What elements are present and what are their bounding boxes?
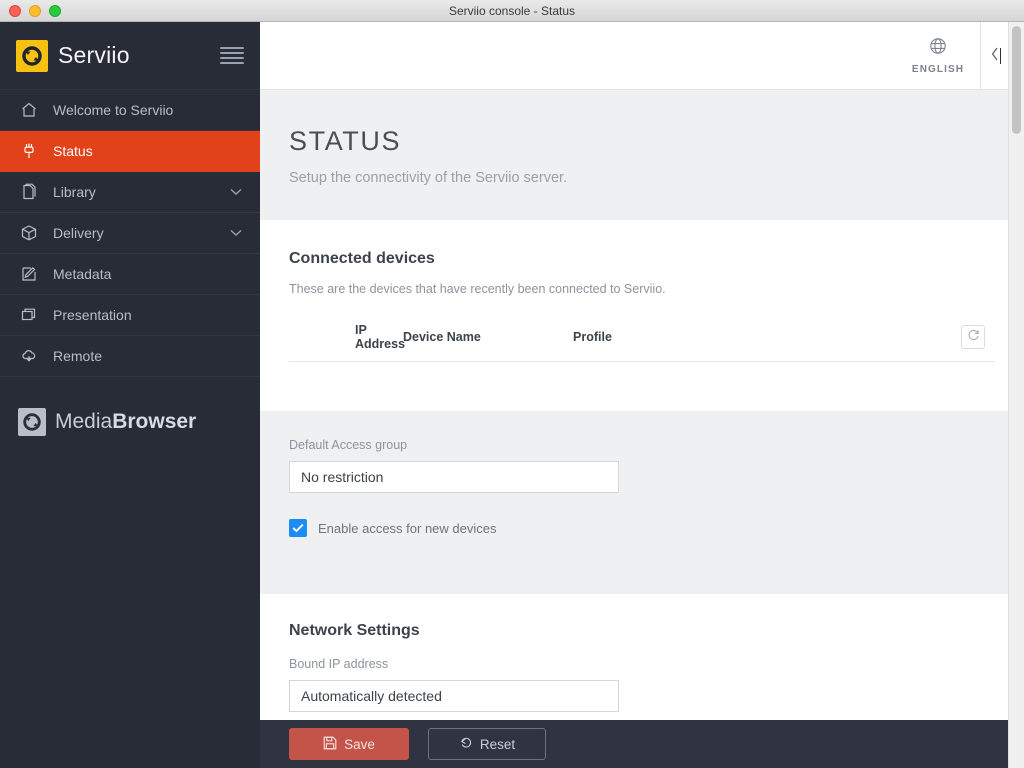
sidebar-item-label: Delivery bbox=[53, 225, 104, 241]
sidebar-item-label: Welcome to Serviio bbox=[53, 102, 174, 118]
scroll-content: STATUS Setup the connectivity of the Ser… bbox=[260, 90, 1024, 768]
minimize-button[interactable] bbox=[29, 4, 41, 17]
serviio-circular-arrows-icon bbox=[16, 39, 48, 72]
refresh-devices-button[interactable] bbox=[961, 325, 985, 349]
sidebar-item-presentation[interactable]: Presentation bbox=[0, 295, 260, 336]
page-subtitle: Setup the connectivity of the Serviio se… bbox=[289, 170, 568, 186]
connected-devices-table-header: IP Address Device Name Profile bbox=[289, 323, 995, 362]
collapse-caret-bar bbox=[999, 47, 1001, 64]
network-settings-section: Network Settings Bound IP address Automa… bbox=[260, 594, 1024, 712]
traffic-lights bbox=[0, 4, 61, 17]
sidebar-item-label: Remote bbox=[53, 348, 103, 364]
column-header-ip-address: IP Address bbox=[355, 323, 406, 351]
sidebar-item-label: Status bbox=[53, 143, 93, 159]
documents-icon bbox=[18, 181, 40, 203]
collapse-panel-button[interactable] bbox=[980, 22, 1010, 89]
enable-access-new-devices-checkbox[interactable] bbox=[289, 519, 307, 537]
sidebar-footer-mediabrowser[interactable]: MediaBrowser bbox=[0, 398, 260, 446]
save-button-label: Save bbox=[344, 736, 375, 752]
sidebar-item-welcome-to-serviio[interactable]: Welcome to Serviio bbox=[0, 90, 260, 131]
vertical-scrollbar[interactable] bbox=[1008, 22, 1024, 768]
language-label: ENGLISH bbox=[911, 64, 965, 75]
section-title: Connected devices bbox=[289, 250, 435, 267]
app-window: Serviio console - Status Serviio Welcome… bbox=[0, 0, 1024, 768]
save-button[interactable]: Save bbox=[289, 728, 409, 760]
bound-ip-address-label: Bound IP address bbox=[289, 657, 389, 671]
floppy-disk-icon bbox=[323, 736, 337, 753]
sidebar-item-remote[interactable]: Remote bbox=[0, 336, 260, 377]
sidebar: Serviio Welcome to Serviio Status Librar… bbox=[0, 22, 260, 768]
bound-ip-address-select[interactable]: Automatically detected bbox=[289, 680, 619, 712]
sidebar-nav: Welcome to Serviio Status Library Delive… bbox=[0, 90, 260, 377]
sidebar-brand: Serviio bbox=[0, 22, 260, 90]
mediabrowser-suffix: Browser bbox=[112, 410, 197, 433]
sidebar-item-label: Library bbox=[53, 184, 96, 200]
sidebar-item-status[interactable]: Status bbox=[0, 131, 260, 172]
windows-icon bbox=[18, 304, 40, 326]
box-icon bbox=[18, 222, 40, 244]
sidebar-item-label: Presentation bbox=[53, 307, 132, 323]
enable-access-new-devices-label: Enable access for new devices bbox=[318, 520, 497, 536]
sidebar-item-label: Metadata bbox=[53, 266, 112, 282]
action-footer-bar: Save Reset bbox=[260, 720, 1008, 768]
enable-access-new-devices-row[interactable]: Enable access for new devices bbox=[289, 519, 995, 537]
globe-icon bbox=[928, 36, 948, 61]
brand-name: Serviio bbox=[58, 42, 130, 68]
default-access-group-label: Default Access group bbox=[289, 438, 408, 452]
reset-button[interactable]: Reset bbox=[428, 728, 546, 760]
top-bar: ENGLISH bbox=[260, 22, 1024, 90]
sidebar-item-library[interactable]: Library bbox=[0, 172, 260, 213]
home-icon bbox=[18, 99, 40, 121]
plug-icon bbox=[18, 140, 40, 162]
scrollbar-thumb[interactable] bbox=[1012, 26, 1021, 134]
main-area: ENGLISH STATUS Setup the connectivity of… bbox=[260, 22, 1024, 768]
window-titlebar: Serviio console - Status bbox=[0, 0, 1024, 22]
hamburger-menu-icon[interactable] bbox=[220, 46, 244, 65]
default-access-group-value: No restriction bbox=[301, 469, 384, 485]
mediabrowser-circular-arrows-icon bbox=[18, 408, 46, 436]
page-header: STATUS Setup the connectivity of the Ser… bbox=[260, 90, 1024, 220]
cloud-down-icon bbox=[18, 345, 40, 367]
undo-arrow-icon bbox=[459, 736, 473, 753]
sidebar-item-metadata[interactable]: Metadata bbox=[0, 254, 260, 295]
language-selector[interactable]: ENGLISH bbox=[896, 22, 980, 89]
reset-button-label: Reset bbox=[479, 736, 516, 752]
page-title: STATUS bbox=[289, 126, 402, 156]
close-button[interactable] bbox=[9, 4, 21, 17]
pencil-edit-icon bbox=[18, 263, 40, 285]
sidebar-item-delivery[interactable]: Delivery bbox=[0, 213, 260, 254]
access-settings-section: Default Access group No restriction Enab… bbox=[260, 411, 1024, 594]
refresh-icon bbox=[967, 328, 980, 346]
connected-devices-section: Connected devices These are the devices … bbox=[260, 220, 1024, 411]
network-settings-title: Network Settings bbox=[289, 622, 420, 639]
section-description: These are the devices that have recently… bbox=[289, 282, 666, 296]
chevron-left-icon bbox=[991, 47, 999, 65]
chevron-down-icon[interactable] bbox=[230, 186, 242, 198]
column-header-profile: Profile bbox=[573, 330, 612, 344]
chevron-down-icon[interactable] bbox=[230, 227, 242, 239]
zoom-button[interactable] bbox=[49, 4, 61, 17]
mediabrowser-label: MediaBrowser bbox=[55, 410, 196, 434]
mediabrowser-prefix: Media bbox=[55, 410, 113, 433]
default-access-group-select[interactable]: No restriction bbox=[289, 461, 619, 493]
window-title: Serviio console - Status bbox=[448, 3, 576, 18]
column-header-device-name: Device Name bbox=[403, 330, 481, 344]
bound-ip-address-value: Automatically detected bbox=[301, 688, 442, 704]
